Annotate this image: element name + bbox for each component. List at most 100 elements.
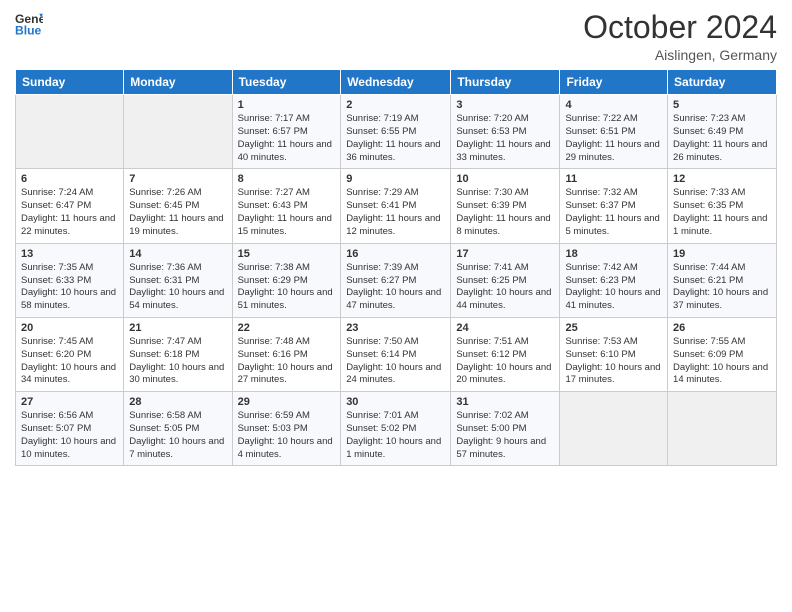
- calendar-week-row: 1Sunrise: 7:17 AM Sunset: 6:57 PM Daylig…: [16, 95, 777, 169]
- day-info: Sunrise: 6:58 AM Sunset: 5:05 PM Dayligh…: [129, 410, 226, 461]
- day-number: 27: [21, 396, 118, 408]
- calendar-cell: 14 Sunrise: 7:36 AM Sunset: 6:31 PM Dayli…: [124, 243, 232, 317]
- calendar-cell: 10 Sunrise: 7:30 AM Sunset: 6:39 PM Dayli…: [451, 169, 560, 243]
- calendar-cell: 6 Sunrise: 7:24 AM Sunset: 6:47 PM Daylig…: [16, 169, 124, 243]
- day-info: Sunrise: 7:24 AM Sunset: 6:47 PM Dayligh…: [21, 187, 118, 238]
- title-block: October 2024 Aislingen, Germany: [583, 10, 777, 63]
- page: General Blue October 2024 Aislingen, Ger…: [0, 0, 792, 612]
- weekday-header: Sunday: [16, 70, 124, 95]
- day-number: 30: [346, 396, 445, 408]
- calendar-cell: [668, 392, 777, 466]
- day-number: 6: [21, 173, 118, 185]
- day-info: Sunrise: 7:17 AM Sunset: 6:57 PM Dayligh…: [238, 113, 336, 164]
- calendar-cell: 12 Sunrise: 7:33 AM Sunset: 6:35 PM Dayli…: [668, 169, 777, 243]
- day-info: Sunrise: 7:29 AM Sunset: 6:41 PM Dayligh…: [346, 187, 445, 238]
- day-number: 11: [565, 173, 662, 185]
- calendar-cell: 23 Sunrise: 7:50 AM Sunset: 6:14 PM Dayli…: [341, 317, 451, 391]
- day-number: 24: [456, 322, 554, 334]
- day-info: Sunrise: 7:19 AM Sunset: 6:55 PM Dayligh…: [346, 113, 445, 164]
- day-info: Sunrise: 7:50 AM Sunset: 6:14 PM Dayligh…: [346, 336, 445, 387]
- calendar-week-row: 6 Sunrise: 7:24 AM Sunset: 6:47 PM Daylig…: [16, 169, 777, 243]
- day-info: Sunrise: 7:35 AM Sunset: 6:33 PM Dayligh…: [21, 262, 118, 313]
- calendar-cell: 26 Sunrise: 7:55 AM Sunset: 6:09 PM Dayli…: [668, 317, 777, 391]
- day-number: 26: [673, 322, 771, 334]
- calendar-cell: 17 Sunrise: 7:41 AM Sunset: 6:25 PM Dayli…: [451, 243, 560, 317]
- day-number: 3: [456, 99, 554, 111]
- day-number: 25: [565, 322, 662, 334]
- calendar-cell: 11 Sunrise: 7:32 AM Sunset: 6:37 PM Dayli…: [560, 169, 668, 243]
- day-info: Sunrise: 6:59 AM Sunset: 5:03 PM Dayligh…: [238, 410, 336, 461]
- calendar-cell: 19Sunrise: 7:44 AM Sunset: 6:21 PM Dayli…: [668, 243, 777, 317]
- day-info: Sunrise: 7:22 AM Sunset: 6:51 PM Dayligh…: [565, 113, 662, 164]
- day-info: Sunrise: 7:26 AM Sunset: 6:45 PM Dayligh…: [129, 187, 226, 238]
- day-number: 13: [21, 248, 118, 260]
- calendar-week-row: 13 Sunrise: 7:35 AM Sunset: 6:33 PM Dayli…: [16, 243, 777, 317]
- day-info: Sunrise: 6:56 AM Sunset: 5:07 PM Dayligh…: [21, 410, 118, 461]
- calendar-cell: 27 Sunrise: 6:56 AM Sunset: 5:07 PM Dayli…: [16, 392, 124, 466]
- day-info: Sunrise: 7:20 AM Sunset: 6:53 PM Dayligh…: [456, 113, 554, 164]
- day-number: 9: [346, 173, 445, 185]
- calendar-cell: 28 Sunrise: 6:58 AM Sunset: 5:05 PM Dayli…: [124, 392, 232, 466]
- weekday-header: Wednesday: [341, 70, 451, 95]
- logo-icon: General Blue: [15, 10, 43, 38]
- calendar-cell: 18 Sunrise: 7:42 AM Sunset: 6:23 PM Dayli…: [560, 243, 668, 317]
- calendar-cell: 25 Sunrise: 7:53 AM Sunset: 6:10 PM Dayli…: [560, 317, 668, 391]
- calendar-cell: 31 Sunrise: 7:02 AM Sunset: 5:00 PM Dayli…: [451, 392, 560, 466]
- day-number: 4: [565, 99, 662, 111]
- calendar-cell: 15Sunrise: 7:38 AM Sunset: 6:29 PM Dayli…: [232, 243, 341, 317]
- calendar-table: SundayMondayTuesdayWednesdayThursdayFrid…: [15, 69, 777, 466]
- weekday-header: Thursday: [451, 70, 560, 95]
- calendar-cell: 9 Sunrise: 7:29 AM Sunset: 6:41 PM Daylig…: [341, 169, 451, 243]
- calendar-cell: [16, 95, 124, 169]
- day-info: Sunrise: 7:42 AM Sunset: 6:23 PM Dayligh…: [565, 262, 662, 313]
- calendar-cell: 5 Sunrise: 7:23 AM Sunset: 6:49 PM Daylig…: [668, 95, 777, 169]
- weekday-header: Monday: [124, 70, 232, 95]
- day-number: 8: [238, 173, 336, 185]
- day-number: 22: [238, 322, 336, 334]
- calendar-cell: 2 Sunrise: 7:19 AM Sunset: 6:55 PM Daylig…: [341, 95, 451, 169]
- svg-text:Blue: Blue: [15, 23, 42, 37]
- calendar-cell: 16Sunrise: 7:39 AM Sunset: 6:27 PM Dayli…: [341, 243, 451, 317]
- day-number: 29: [238, 396, 336, 408]
- day-number: 31: [456, 396, 554, 408]
- day-number: 23: [346, 322, 445, 334]
- day-info: Sunrise: 7:36 AM Sunset: 6:31 PM Dayligh…: [129, 262, 226, 313]
- calendar-week-row: 20Sunrise: 7:45 AM Sunset: 6:20 PM Dayli…: [16, 317, 777, 391]
- day-number: 21: [129, 322, 226, 334]
- day-info: Sunrise: 7:48 AM Sunset: 6:16 PM Dayligh…: [238, 336, 336, 387]
- day-number: 14: [129, 248, 226, 260]
- calendar-cell: 22 Sunrise: 7:48 AM Sunset: 6:16 PM Dayli…: [232, 317, 341, 391]
- calendar-cell: 20Sunrise: 7:45 AM Sunset: 6:20 PM Dayli…: [16, 317, 124, 391]
- day-number: 12: [673, 173, 771, 185]
- calendar-cell: [124, 95, 232, 169]
- day-number: 18: [565, 248, 662, 260]
- day-number: 17: [456, 248, 554, 260]
- calendar-cell: 3 Sunrise: 7:20 AM Sunset: 6:53 PM Daylig…: [451, 95, 560, 169]
- day-info: Sunrise: 7:02 AM Sunset: 5:00 PM Dayligh…: [456, 410, 554, 461]
- day-number: 10: [456, 173, 554, 185]
- day-info: Sunrise: 7:33 AM Sunset: 6:35 PM Dayligh…: [673, 187, 771, 238]
- day-number: 19: [673, 248, 771, 260]
- logo: General Blue: [15, 10, 43, 38]
- calendar-cell: [560, 392, 668, 466]
- day-info: Sunrise: 7:32 AM Sunset: 6:37 PM Dayligh…: [565, 187, 662, 238]
- calendar-cell: 21Sunrise: 7:47 AM Sunset: 6:18 PM Dayli…: [124, 317, 232, 391]
- calendar-week-row: 27 Sunrise: 6:56 AM Sunset: 5:07 PM Dayli…: [16, 392, 777, 466]
- day-number: 20: [21, 322, 118, 334]
- day-info: Sunrise: 7:30 AM Sunset: 6:39 PM Dayligh…: [456, 187, 554, 238]
- weekday-header: Friday: [560, 70, 668, 95]
- calendar-cell: 30Sunrise: 7:01 AM Sunset: 5:02 PM Dayli…: [341, 392, 451, 466]
- day-number: 28: [129, 396, 226, 408]
- day-info: Sunrise: 7:53 AM Sunset: 6:10 PM Dayligh…: [565, 336, 662, 387]
- location: Aislingen, Germany: [583, 47, 777, 63]
- day-info: Sunrise: 7:51 AM Sunset: 6:12 PM Dayligh…: [456, 336, 554, 387]
- day-info: Sunrise: 7:23 AM Sunset: 6:49 PM Dayligh…: [673, 113, 771, 164]
- day-info: Sunrise: 7:55 AM Sunset: 6:09 PM Dayligh…: [673, 336, 771, 387]
- weekday-header: Saturday: [668, 70, 777, 95]
- day-info: Sunrise: 7:27 AM Sunset: 6:43 PM Dayligh…: [238, 187, 336, 238]
- calendar-cell: 13 Sunrise: 7:35 AM Sunset: 6:33 PM Dayli…: [16, 243, 124, 317]
- day-number: 5: [673, 99, 771, 111]
- day-number: 2: [346, 99, 445, 111]
- day-info: Sunrise: 7:41 AM Sunset: 6:25 PM Dayligh…: [456, 262, 554, 313]
- day-number: 7: [129, 173, 226, 185]
